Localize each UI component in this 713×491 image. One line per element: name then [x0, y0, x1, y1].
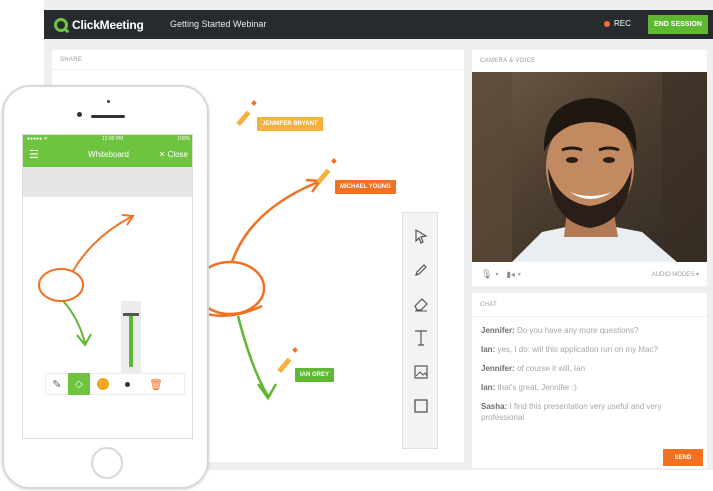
status-time: 12:00 PM [101, 136, 124, 142]
home-button[interactable] [91, 447, 123, 479]
pencil-tool[interactable] [408, 257, 433, 282]
eraser-icon[interactable]: ◇ [68, 373, 90, 395]
mobile-whiteboard[interactable]: ✎ ◇ 🗑 [23, 197, 192, 438]
battery: 100% [177, 136, 190, 142]
pencil-icon[interactable]: ✎ [46, 378, 68, 391]
annotation-tag: IAN GREY [295, 368, 335, 382]
image-tool[interactable] [408, 359, 433, 384]
text-icon [414, 329, 427, 346]
annotation-tag: MICHAEL YOUNG [335, 180, 396, 194]
carrier: ●●●●● ᯤ [27, 136, 49, 142]
mobile-drawing [38, 214, 141, 373]
trash-icon[interactable]: 🗑 [149, 378, 163, 391]
image-icon [413, 364, 428, 379]
cursor-icon [414, 228, 428, 244]
camera-dot [107, 100, 110, 103]
pencil-icon [236, 100, 257, 127]
pencil-icon [414, 263, 427, 276]
eraser-icon [413, 297, 428, 311]
annotation-tag: JENNIFER BRYANT [257, 117, 323, 131]
speaker [91, 115, 125, 118]
text-tool[interactable] [408, 325, 433, 350]
eraser-tool[interactable] [408, 291, 433, 316]
mobile-subbar [23, 167, 192, 197]
mobile-screen: ●●●●● ᯤ 12:00 PM 100% ☰ Whiteboard ✕ Clo… [22, 134, 193, 439]
mobile-device: ●●●●● ᯤ 12:00 PM 100% ☰ Whiteboard ✕ Clo… [2, 85, 209, 489]
mobile-header: ☰ Whiteboard ✕ Close [23, 143, 192, 167]
status-bar: ●●●●● ᯤ 12:00 PM 100% [23, 135, 192, 143]
pencil-icon [316, 158, 337, 185]
brush-size-dot[interactable] [125, 381, 130, 387]
whiteboard-toolbar [402, 212, 438, 449]
close-button[interactable]: ✕ Close [159, 150, 188, 159]
mobile-tool-bar: ✎ ◇ 🗑 [45, 373, 185, 395]
square-icon [413, 398, 428, 413]
select-tool[interactable] [408, 223, 433, 248]
rectangle-tool[interactable] [408, 393, 433, 418]
color-swatch[interactable] [97, 378, 109, 390]
front-camera [77, 112, 82, 117]
